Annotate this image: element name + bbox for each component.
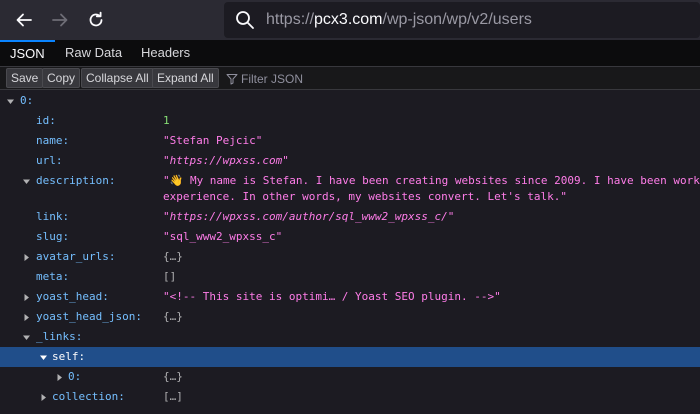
tree-row-name[interactable]: name: "Stefan Pejcic": [0, 131, 700, 151]
browser-toolbar: https://pcx3.com/wp-json/wp/v2/users: [0, 0, 700, 40]
tab-json[interactable]: JSON: [0, 40, 55, 66]
expand-arrow-down-icon[interactable]: [37, 347, 49, 367]
key-label: _links:: [36, 330, 83, 343]
key-label: description:: [36, 174, 116, 187]
value-string-continued: experience. In other words, my websites …: [163, 190, 567, 203]
value-link[interactable]: "https://wpxss.com": [163, 151, 289, 171]
json-tree: 0: id: 1 name: "Stefan Pejcic" url: "htt…: [0, 91, 700, 414]
expand-arrow-right-icon[interactable]: [20, 247, 32, 267]
expand-arrow-down-icon[interactable]: [4, 91, 16, 111]
expand-arrow-down-icon[interactable]: [20, 171, 32, 191]
collapse-all-button[interactable]: Collapse All: [81, 68, 154, 88]
forward-button[interactable]: [46, 6, 74, 34]
key-label: self:: [52, 350, 86, 363]
tree-row-slug[interactable]: slug: "sql_www2_wpxss_c": [0, 227, 700, 247]
value-number: 1: [163, 114, 170, 127]
filter-icon: [226, 73, 238, 85]
expand-arrow-right-icon[interactable]: [37, 387, 49, 407]
value-array: []: [163, 270, 177, 283]
json-toolbar: Save Copy Collapse All Expand All Filter…: [0, 67, 700, 90]
tree-row-url[interactable]: url: "https://wpxss.com": [0, 151, 700, 171]
tree-row-link[interactable]: link: "https://wpxss.com/author/sql_www2…: [0, 207, 700, 227]
value-object: {…}: [163, 370, 183, 383]
key-label: url:: [36, 154, 63, 167]
reload-icon: [89, 11, 103, 27]
url-host: pcx3.com: [314, 11, 383, 28]
tree-row-collection[interactable]: collection: […]: [0, 387, 700, 407]
viewer-tabs: JSON Raw Data Headers: [0, 40, 700, 67]
expand-arrow-right-icon[interactable]: [20, 307, 32, 327]
url-scheme: https://: [266, 11, 315, 28]
filter-json-input[interactable]: Filter JSON: [226, 70, 426, 88]
tree-row-root[interactable]: 0:: [0, 91, 700, 111]
key-label: name:: [36, 134, 70, 147]
key-label: slug:: [36, 230, 70, 243]
expand-arrow-down-icon[interactable]: [20, 327, 32, 347]
value-object: {…}: [163, 250, 183, 263]
tree-row-id[interactable]: id: 1: [0, 111, 700, 131]
tab-raw-data[interactable]: Raw Data: [55, 40, 132, 66]
value-object: {…}: [163, 310, 183, 323]
key-label: 0:: [68, 370, 82, 383]
key-label: yoast_head_json:: [36, 310, 142, 323]
value-string: "Stefan Pejcic": [163, 134, 263, 147]
arrow-left-icon: [16, 13, 32, 27]
search-icon: [234, 9, 256, 31]
tree-row-avatar-urls[interactable]: avatar_urls: {…}: [0, 247, 700, 267]
save-button[interactable]: Save: [6, 68, 44, 88]
value-array: […]: [163, 390, 183, 403]
expand-arrow-right-icon[interactable]: [20, 287, 32, 307]
address-bar[interactable]: https://pcx3.com/wp-json/wp/v2/users: [224, 2, 700, 38]
expand-arrow-right-icon[interactable]: [53, 367, 65, 387]
tree-row-self[interactable]: self:: [0, 347, 700, 367]
tree-row-description[interactable]: description: "👋 My name is Stefan. I hav…: [0, 171, 700, 207]
value-string: "sql_www2_wpxss_c": [163, 230, 283, 243]
key-label: 0:: [20, 94, 34, 107]
value-link[interactable]: "https://wpxss.com/author/sql_www2_wpxss…: [163, 207, 454, 227]
key-label: meta:: [36, 270, 70, 283]
value-string: "<!-- This site is optimi… / Yoast SEO p…: [163, 290, 501, 303]
back-button[interactable]: [10, 6, 38, 34]
tree-row-yoast-head-json[interactable]: yoast_head_json: {…}: [0, 307, 700, 327]
key-label: id:: [36, 114, 56, 127]
filter-placeholder: Filter JSON: [241, 72, 304, 86]
key-label: link:: [36, 210, 70, 223]
url-text: https://pcx3.com/wp-json/wp/v2/users: [266, 11, 532, 29]
tab-headers[interactable]: Headers: [131, 40, 200, 66]
key-label: yoast_head:: [36, 290, 109, 303]
tree-row-yoast-head[interactable]: yoast_head: "<!-- This site is optimi… /…: [0, 287, 700, 307]
key-label: collection:: [52, 390, 125, 403]
url-path: /wp-json/wp/v2/users: [382, 11, 532, 28]
reload-button[interactable]: [82, 6, 110, 34]
copy-button[interactable]: Copy: [42, 68, 81, 88]
tree-row-meta[interactable]: meta: []: [0, 267, 700, 287]
key-label: avatar_urls:: [36, 250, 116, 263]
tree-row-self-0[interactable]: 0: {…}: [0, 367, 700, 387]
tree-row-links[interactable]: _links:: [0, 327, 700, 347]
arrow-right-icon: [52, 13, 68, 27]
expand-all-button[interactable]: Expand All: [152, 68, 219, 88]
